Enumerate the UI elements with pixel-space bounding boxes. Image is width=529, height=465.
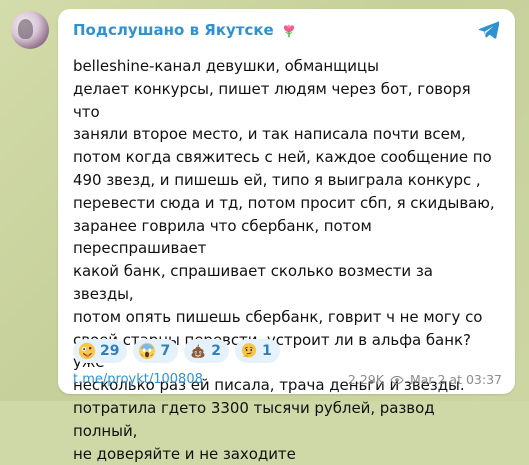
reaction-count-thinking-face: 1	[261, 343, 272, 359]
reaction-count-crazy-face: 29	[100, 343, 120, 359]
reaction-thinking-face[interactable]: 1	[234, 339, 280, 363]
telegram-icon[interactable]	[477, 19, 499, 41]
reaction-poop[interactable]: 2	[184, 339, 229, 363]
channel-avatar[interactable]	[11, 11, 49, 49]
message-footer: t.me/proykt/100808 2.29K Mar 2 at 03:37	[73, 371, 502, 389]
channel-header: Подслушано в Якутске	[73, 21, 298, 39]
message-date: Mar 2 at 03:37	[409, 372, 502, 387]
reaction-count-screaming-face: 7	[160, 343, 171, 359]
screaming-face-icon	[139, 342, 156, 360]
message-meta: 2.29K Mar 2 at 03:37	[348, 371, 502, 389]
tulip-icon	[283, 24, 294, 38]
views-count: 2.29K	[347, 372, 384, 387]
reaction-crazy-face[interactable]: 29	[73, 339, 128, 363]
reaction-screaming-face[interactable]: 7	[133, 339, 179, 363]
post-link[interactable]: t.me/proykt/100808	[73, 371, 203, 389]
thinking-face-icon	[241, 343, 257, 358]
reactions-bar: 29 7 2 1	[73, 339, 280, 363]
channel-name[interactable]: Подслушано в Якутске	[73, 21, 274, 39]
message-bubble: Подслушано в Якутске belleshine-канал де…	[58, 9, 515, 463]
crazy-face-icon	[78, 342, 96, 360]
message-text: belleshine-канал девушки, обманщицы дела…	[73, 57, 495, 463]
reaction-count-poop: 2	[211, 343, 221, 359]
poop-icon	[191, 344, 205, 358]
eye-icon	[390, 375, 404, 385]
